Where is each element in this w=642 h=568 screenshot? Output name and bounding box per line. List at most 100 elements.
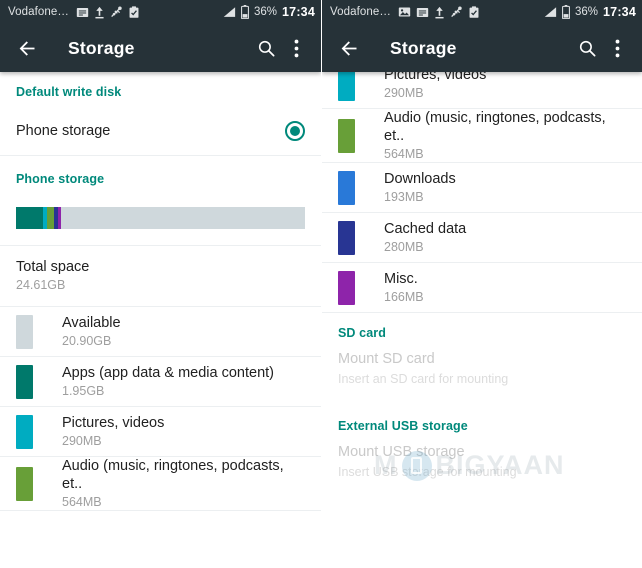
overflow-menu-icon [294,39,298,57]
image-icon [398,7,411,17]
category-size: 166MB [384,290,424,304]
category-size: 564MB [384,147,424,161]
clipboard-check-icon [469,5,479,18]
row-text: Pictures, videos 290MB [62,414,305,449]
category-label: Apps (app data & media content) [62,365,274,381]
row-text: Apps (app data & media content) 1.95GB [62,364,305,399]
category-size: 280MB [384,240,424,254]
battery-icon [562,5,570,19]
usb-debug-icon [111,5,122,17]
mount-gap [322,393,642,419]
status-bar-left: Vodafone… 36% 17:34 [0,0,321,24]
usb-debug-icon [451,5,462,17]
upload-icon [435,6,444,18]
mount-sd-card-title: Mount SD card [338,351,435,367]
search-icon [579,40,595,56]
page-title: Storage [68,37,135,58]
category-size: 1.95GB [62,384,105,398]
table-row[interactable]: Misc. 166MB [322,263,642,313]
back-button[interactable] [334,33,364,63]
bar-segment [61,207,305,229]
app-bar-right: Storage [322,24,642,72]
category-color-swatch [16,414,33,449]
carrier-label: Vodafone… [330,6,392,18]
category-label: Downloads [384,171,456,187]
row-text: Downloads 193MB [384,170,626,205]
overflow-menu-button[interactable] [281,33,311,63]
storage-usage-bar [16,207,305,229]
category-size: 564MB [62,495,102,509]
category-color-swatch [16,314,33,349]
table-row[interactable]: Cached data 280MB [322,213,642,263]
write-disk-radio[interactable] [285,120,305,141]
category-color-swatch [338,118,355,153]
page-title: Storage [390,37,457,58]
row-text: Cached data 280MB [384,220,626,255]
clock-label: 17:34 [282,5,315,19]
carrier-label: Vodafone… [8,6,70,18]
category-label: Cached data [384,221,467,237]
row-text: Audio (music, ringtones, podcasts, et.. 5… [384,109,626,162]
search-button[interactable] [572,33,602,63]
search-icon [258,40,274,56]
total-space-value: 24.61GB [16,278,66,292]
row-text: Audio (music, ringtones, podcasts, et.. 5… [62,457,305,510]
search-button[interactable] [251,33,281,63]
category-size: 20.90GB [62,334,112,348]
sd-card-header: SD card [338,326,386,340]
battery-icon [241,5,249,19]
battery-percent-label: 36% [574,6,599,18]
app-bar-left: Storage [0,24,321,72]
category-label: Available [62,315,121,331]
write-disk-label: Phone storage [16,122,111,139]
mount-sd-card-row[interactable]: Mount SD card Insert an SD card for moun… [322,347,642,393]
category-color-swatch [16,364,33,399]
category-color-swatch [338,170,355,205]
storage-bar-container [0,193,321,246]
overflow-menu-icon [615,39,619,57]
status-icons-left [76,5,140,19]
back-arrow-icon [19,40,34,56]
category-size: 193MB [384,190,424,204]
status-bar-right: Vodafone… 36% 17:34 [322,0,642,24]
row-text: Available 20.90GB [62,314,305,349]
default-write-disk-header: Default write disk [16,85,122,99]
right-content: Pictures, videos 290MB Audio (music, ringt… [322,66,642,568]
left-storage-items: Available 20.90GB Apps (app data & media c… [0,307,321,511]
write-disk-phone-storage-row[interactable]: Phone storage [0,106,321,156]
right-storage-items: Pictures, videos 290MB Audio (music, ringt… [322,59,642,313]
table-row[interactable]: Available 20.90GB [0,307,321,357]
total-space-label: Total space [16,259,90,275]
write-disk-row-text: Phone storage [16,122,285,140]
clipboard-check-icon [129,5,139,18]
mount-usb-row[interactable]: Mount USB storage Insert USB storage for… [322,440,642,486]
mount-usb-title: Mount USB storage [338,444,465,460]
table-row[interactable]: Downloads 193MB [322,163,642,213]
category-size: 290MB [62,434,102,448]
table-row[interactable]: Pictures, videos 290MB [0,407,321,457]
mount-usb-subtitle: Insert USB storage for mounting [338,465,517,479]
category-label: Audio (music, ringtones, podcasts, et.. [384,110,606,144]
radio-dot [290,125,300,136]
signal-icon [544,7,557,17]
total-space-row: Total space 24.61GB [0,246,321,307]
phone-storage-header: Phone storage [16,172,105,186]
category-color-swatch [16,466,33,501]
category-label: Audio (music, ringtones, podcasts, et.. [62,458,284,492]
category-color-swatch [338,270,355,305]
left-content: Default write disk Phone storage Phone s… [0,72,321,568]
row-text: Misc. 166MB [384,270,626,305]
external-usb-header: External USB storage [338,419,468,433]
status-icons-left [398,5,480,19]
table-row[interactable]: Apps (app data & media content) 1.95GB [0,357,321,407]
overflow-menu-button[interactable] [602,33,632,63]
status-icons-right: 36% 17:34 [543,5,636,19]
category-label: Pictures, videos [62,415,165,431]
table-row[interactable]: Audio (music, ringtones, podcasts, et.. 5… [322,109,642,163]
back-button[interactable] [12,33,42,63]
bar-segment [46,207,55,229]
table-row[interactable]: Audio (music, ringtones, podcasts, et.. 5… [0,457,321,511]
clock-label: 17:34 [603,5,636,19]
status-icons-right: 36% 17:34 [222,5,315,19]
right-screen: Vodafone… 36% 17:34 Storage Pictures, vi… [321,0,642,568]
